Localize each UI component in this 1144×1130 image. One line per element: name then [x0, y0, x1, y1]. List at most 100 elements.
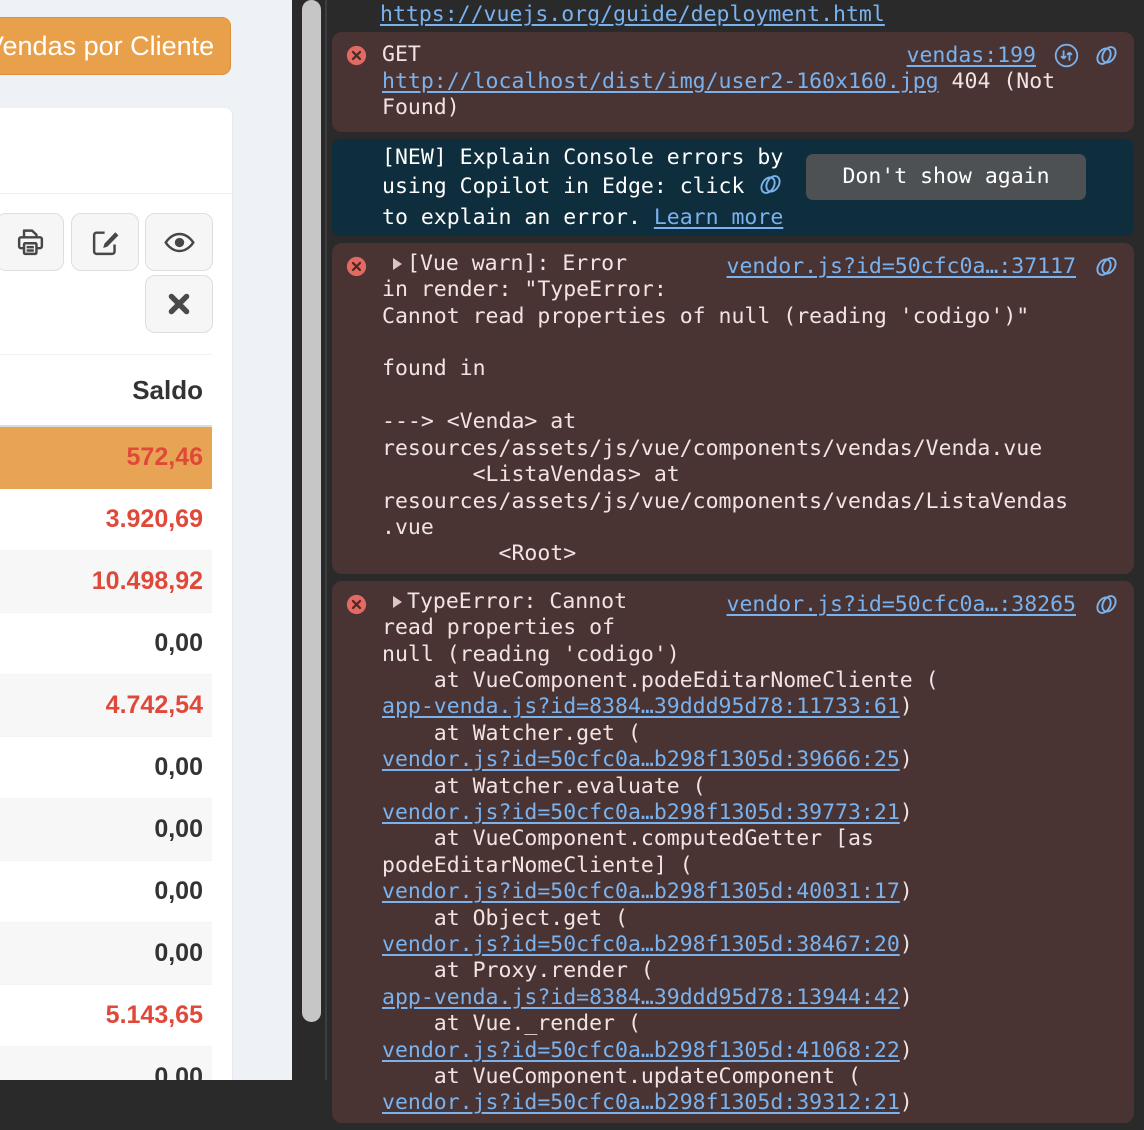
console-line: vendor.js?id=50cfc0a…b298f1305d:40031:17… — [382, 879, 1120, 905]
console-link[interactable]: vendor.js?id=50cfc0a…b298f1305d:39773:21 — [382, 800, 900, 825]
console-text: at Watcher.evaluate ( — [382, 774, 706, 799]
clipped-cell-fragment: 2 — [0, 737, 5, 798]
dont-show-again-button[interactable]: Don't show again — [806, 154, 1086, 200]
table-row[interactable]: .10.498,92 — [0, 551, 212, 613]
console-error-message: GEThttp://localhost/dist/img/user2-160x1… — [332, 32, 1134, 131]
copilot-explain-icon[interactable] — [1093, 42, 1120, 76]
copilot-explain-icon[interactable] — [1093, 253, 1120, 287]
console-error-message: TypeError: Cannotread properties ofnull … — [332, 581, 1134, 1123]
console-text: TypeError: Cannot — [407, 589, 627, 614]
console-link[interactable]: app-venda.js?id=8384…39ddd95d78:13944:42 — [382, 985, 900, 1010]
console-link[interactable]: vendor.js?id=50cfc0a…b298f1305d:39312:21 — [382, 1090, 900, 1115]
console-link[interactable]: app-venda.js?id=8384…39ddd95d78:11733:61 — [382, 694, 900, 719]
console-text: using Copilot in Edge: click — [382, 174, 757, 199]
console-link[interactable]: Learn more — [654, 205, 783, 230]
table-row[interactable]: 20,00 — [0, 737, 212, 799]
clipped-cell-fragment: 5 — [0, 427, 5, 488]
console-line: podeEditarNomeCliente] ( — [382, 853, 1120, 879]
edit-button[interactable] — [71, 213, 139, 271]
console-text: podeEditarNomeCliente] ( — [382, 853, 693, 878]
message-action-icons — [1053, 42, 1120, 76]
console-link[interactable]: vendor.js?id=50cfc0a…b298f1305d:39666:25 — [382, 747, 900, 772]
console-text: ) — [900, 747, 913, 772]
console-text: .vue — [382, 515, 434, 540]
console-line: vendor.js?id=50cfc0a…b298f1305d:39666:25… — [382, 747, 1120, 773]
console-text: null (reading 'codigo') — [382, 642, 680, 667]
console-line: read properties of — [382, 615, 1120, 641]
expand-triangle-icon[interactable] — [393, 596, 402, 608]
card-divider — [0, 193, 232, 194]
saldo-column-header[interactable]: r Saldo — [0, 355, 212, 427]
saldo-value: 0,00 — [154, 877, 203, 906]
table-row[interactable]: 0,00 — [0, 799, 212, 861]
console-line: to explain an error. Learn more — [382, 205, 1120, 231]
table-row[interactable]: 0,00 — [0, 1047, 212, 1080]
saldo-value: 0,00 — [154, 1063, 203, 1080]
console-link[interactable]: vendor.js?id=50cfc0a…b298f1305d:38467:20 — [382, 932, 900, 957]
console-line: vendor.js?id=50cfc0a…b298f1305d:41068:22… — [382, 1038, 1120, 1064]
console-text: Cannot read properties of null (reading … — [382, 304, 1029, 329]
copilot-icon[interactable] — [757, 171, 784, 205]
console-line: vendor.js?id=50cfc0a…b298f1305d:38467:20… — [382, 932, 1120, 958]
console-line: at VueComponent.computedGetter [as — [382, 826, 1120, 852]
copilot-explain-icon[interactable] — [1093, 591, 1120, 625]
saldo-table-body: 5572,4603.920,69.10.498,9250,004.742,542… — [0, 427, 212, 1080]
scrollbar-thumb[interactable] — [302, 0, 321, 1022]
console-text: [NEW] Explain Console errors by — [382, 145, 783, 170]
console-text: ) — [900, 932, 913, 957]
console-line: vendor.js?id=50cfc0a…b298f1305d:39312:21… — [382, 1090, 1120, 1116]
table-row[interactable]: . 0,00 — [0, 861, 212, 923]
console-text: [Vue warn]: Error — [407, 251, 627, 276]
table-row[interactable]: 03.920,69 — [0, 489, 212, 551]
preview-button[interactable] — [145, 213, 213, 271]
console-text: ) — [900, 694, 913, 719]
sales-app-panel: Vendas por Cliente — [0, 0, 292, 1080]
source-file-link[interactable]: vendas:199 — [907, 43, 1036, 69]
table-row[interactable]: 50,00 — [0, 613, 212, 675]
saldo-header-label: Saldo — [132, 375, 203, 406]
console-text: found in — [382, 356, 486, 381]
console-error-message: [Vue warn]: Errorin render: "TypeError:C… — [332, 243, 1134, 574]
close-button[interactable] — [145, 275, 213, 333]
source-file-link[interactable]: vendor.js?id=50cfc0a…:37117 — [727, 254, 1077, 280]
expand-triangle-icon[interactable] — [393, 258, 402, 270]
console-text: at VueComponent.computedGetter [as — [382, 826, 874, 851]
source-file-link[interactable]: vendor.js?id=50cfc0a…:38265 — [727, 592, 1077, 618]
table-row[interactable]: 4.742,54 — [0, 675, 212, 737]
console-text: read properties of — [382, 615, 615, 640]
console-text: ) — [900, 879, 913, 904]
console-text: Found) — [382, 95, 460, 120]
console-link[interactable]: http://localhost/dist/img/user2-160x160.… — [382, 69, 939, 94]
table-row[interactable]: 5 572,46 — [0, 427, 212, 489]
console-text: 404 (Not — [939, 69, 1056, 94]
console-text: to explain an error. — [382, 205, 654, 230]
close-x-icon — [166, 291, 192, 317]
console-link[interactable]: https://vuejs.org/guide/deployment.html — [380, 2, 885, 27]
saldo-value: 3.920,69 — [106, 505, 203, 534]
printer-icon — [15, 227, 46, 258]
table-row[interactable]: 5.143,65 — [0, 985, 212, 1047]
console-line — [382, 330, 1120, 356]
console-link[interactable]: vendor.js?id=50cfc0a…b298f1305d:40031:17 — [382, 879, 900, 904]
print-button[interactable] — [0, 213, 64, 271]
table-row[interactable]: 0,00 — [0, 923, 212, 985]
console-log: https://vuejs.org/guide/deployment.html G… — [330, 0, 1136, 1130]
clipped-cell-fragment: . — [0, 861, 5, 922]
console-line: <ListaVendas> at — [382, 462, 1120, 488]
console-line: at Proxy.render ( — [382, 958, 1120, 984]
saldo-value: 10.498,92 — [92, 567, 203, 596]
console-text: GET — [382, 42, 421, 67]
message-source: vendor.js?id=50cfc0a…:38265 — [727, 592, 1077, 618]
console-text: ) — [900, 1038, 913, 1063]
vendas-por-cliente-button[interactable]: Vendas por Cliente — [0, 17, 231, 75]
console-text: at Proxy.render ( — [382, 958, 654, 983]
console-text: at VueComponent.updateComponent ( — [382, 1064, 861, 1089]
console-line: app-venda.js?id=8384…39ddd95d78:11733:61… — [382, 694, 1120, 720]
saldo-value: 572,46 — [127, 443, 203, 472]
network-request-icon[interactable] — [1053, 42, 1080, 76]
message-action-icons — [1093, 253, 1120, 287]
console-link[interactable]: vendor.js?id=50cfc0a…b298f1305d:41068:22 — [382, 1038, 900, 1063]
console-line: null (reading 'codigo') — [382, 642, 1120, 668]
console-line: vendor.js?id=50cfc0a…b298f1305d:39773:21… — [382, 800, 1120, 826]
edit-pencil-icon — [90, 227, 121, 258]
